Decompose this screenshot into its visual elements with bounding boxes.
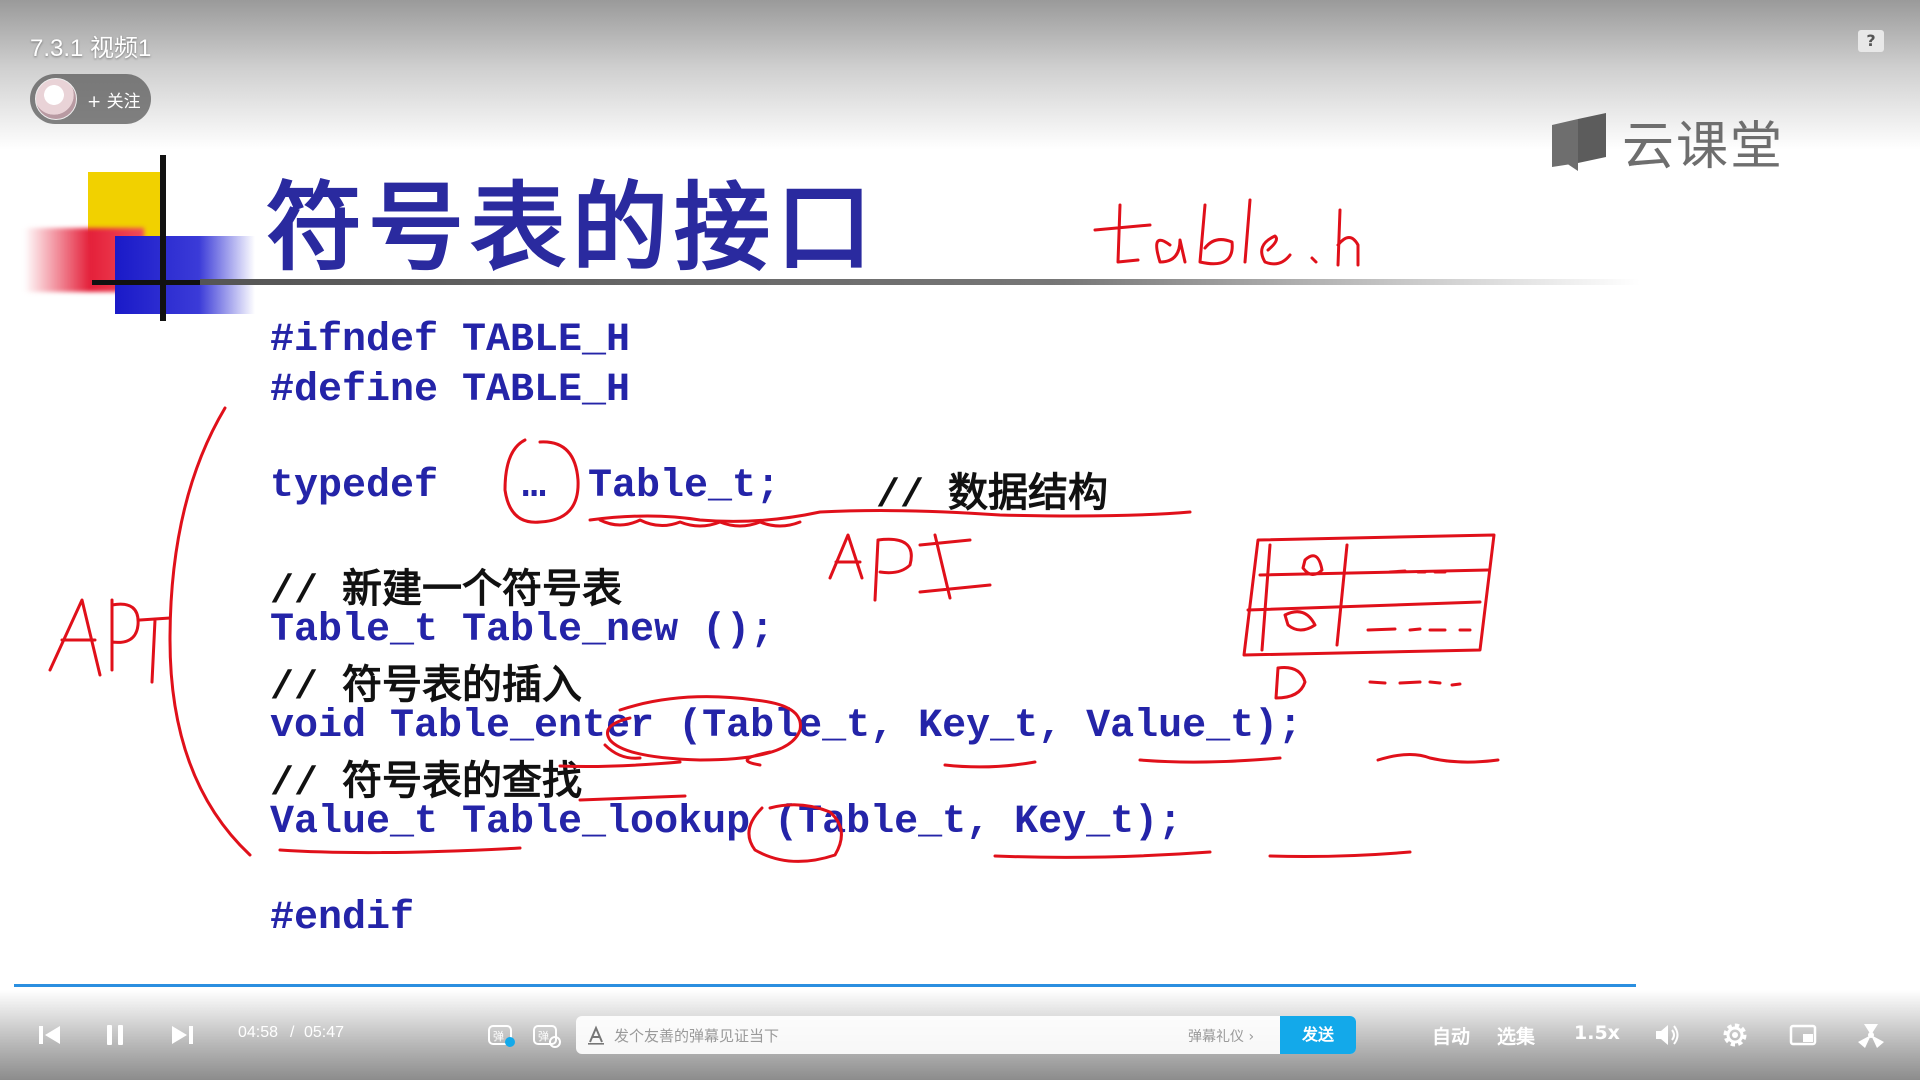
follow-label: + 关注 (87, 91, 141, 112)
pause-icon[interactable] (100, 1020, 130, 1050)
text-style-icon[interactable] (586, 1025, 606, 1045)
brand-logo-icon (1552, 112, 1606, 171)
code-fn-enter: void Table_enter (Table_t, Key_t, Value_… (270, 704, 1303, 749)
danmaku-bar: 弹幕礼仪 › 发送 (576, 1016, 1356, 1056)
code-fn-lookup: Value_t Table_lookup (Table_t, Key_t); (270, 800, 1183, 845)
settings-icon[interactable] (1720, 1020, 1750, 1050)
slide-decoration-vline (160, 155, 166, 321)
slide-decoration-blue (115, 236, 255, 314)
code-define: #define TABLE_H (270, 368, 631, 413)
danmaku-input[interactable] (612, 1016, 1146, 1056)
next-icon[interactable] (168, 1020, 198, 1050)
code-ifndef: #ifndef TABLE_H (270, 318, 631, 363)
danmaku-etiquette-link[interactable]: 弹幕礼仪 › (1188, 1026, 1254, 1046)
brand-watermark: 云课堂 (1548, 104, 1784, 179)
time-separator: / (290, 1024, 295, 1041)
episodes-button[interactable]: 选集 (1497, 1022, 1535, 1049)
pip-icon[interactable] (1788, 1020, 1818, 1050)
svg-text:弹: 弹 (538, 1029, 549, 1043)
brand-text: 云课堂 (1622, 117, 1785, 177)
code-fn-new: Table_t Table_new (); (270, 608, 775, 653)
danmaku-settings-icon[interactable]: 弹 (531, 1020, 561, 1050)
code-endif: #endif (270, 896, 415, 941)
progress-bar[interactable] (14, 984, 1636, 987)
prev-icon[interactable] (34, 1020, 64, 1050)
video-title: 7.3.1 视频1 (30, 35, 152, 62)
speed-button[interactable]: 1.5x (1574, 1022, 1620, 1044)
danmaku-toggle-icon[interactable]: 弹 (486, 1020, 516, 1050)
follow-button[interactable]: + 关注 (30, 74, 151, 124)
slide-title: 符号表的接口 (266, 172, 878, 284)
svg-text:弹: 弹 (493, 1029, 504, 1043)
code-comment-insert: // 符号表的插入 (270, 666, 583, 711)
code-comment-new: // 新建一个符号表 (270, 570, 623, 615)
code-typedef-dots: … (522, 464, 547, 509)
video-frame[interactable]: 符号表的接口 #ifndef TABLE_H #define TABLE_H t… (0, 0, 1920, 1080)
code-comment-lookup: // 符号表的查找 (270, 762, 583, 807)
autoplay-toggle[interactable]: 自动 (1432, 1022, 1470, 1049)
avatar[interactable] (35, 78, 77, 120)
help-icon[interactable]: ? (1858, 30, 1884, 52)
code-typedef-type: Table_t; (588, 464, 781, 509)
send-button[interactable]: 发送 (1280, 1016, 1356, 1054)
volume-icon[interactable] (1652, 1020, 1682, 1050)
fullscreen-icon[interactable] (1856, 1020, 1886, 1050)
code-typedef-comment: // 数据结构 (876, 474, 1109, 519)
current-time: 04:58 (238, 1024, 279, 1041)
code-typedef-keyword: typedef (270, 464, 439, 509)
slide-decoration-hline (92, 280, 212, 285)
duration: 05:47 (304, 1024, 345, 1041)
